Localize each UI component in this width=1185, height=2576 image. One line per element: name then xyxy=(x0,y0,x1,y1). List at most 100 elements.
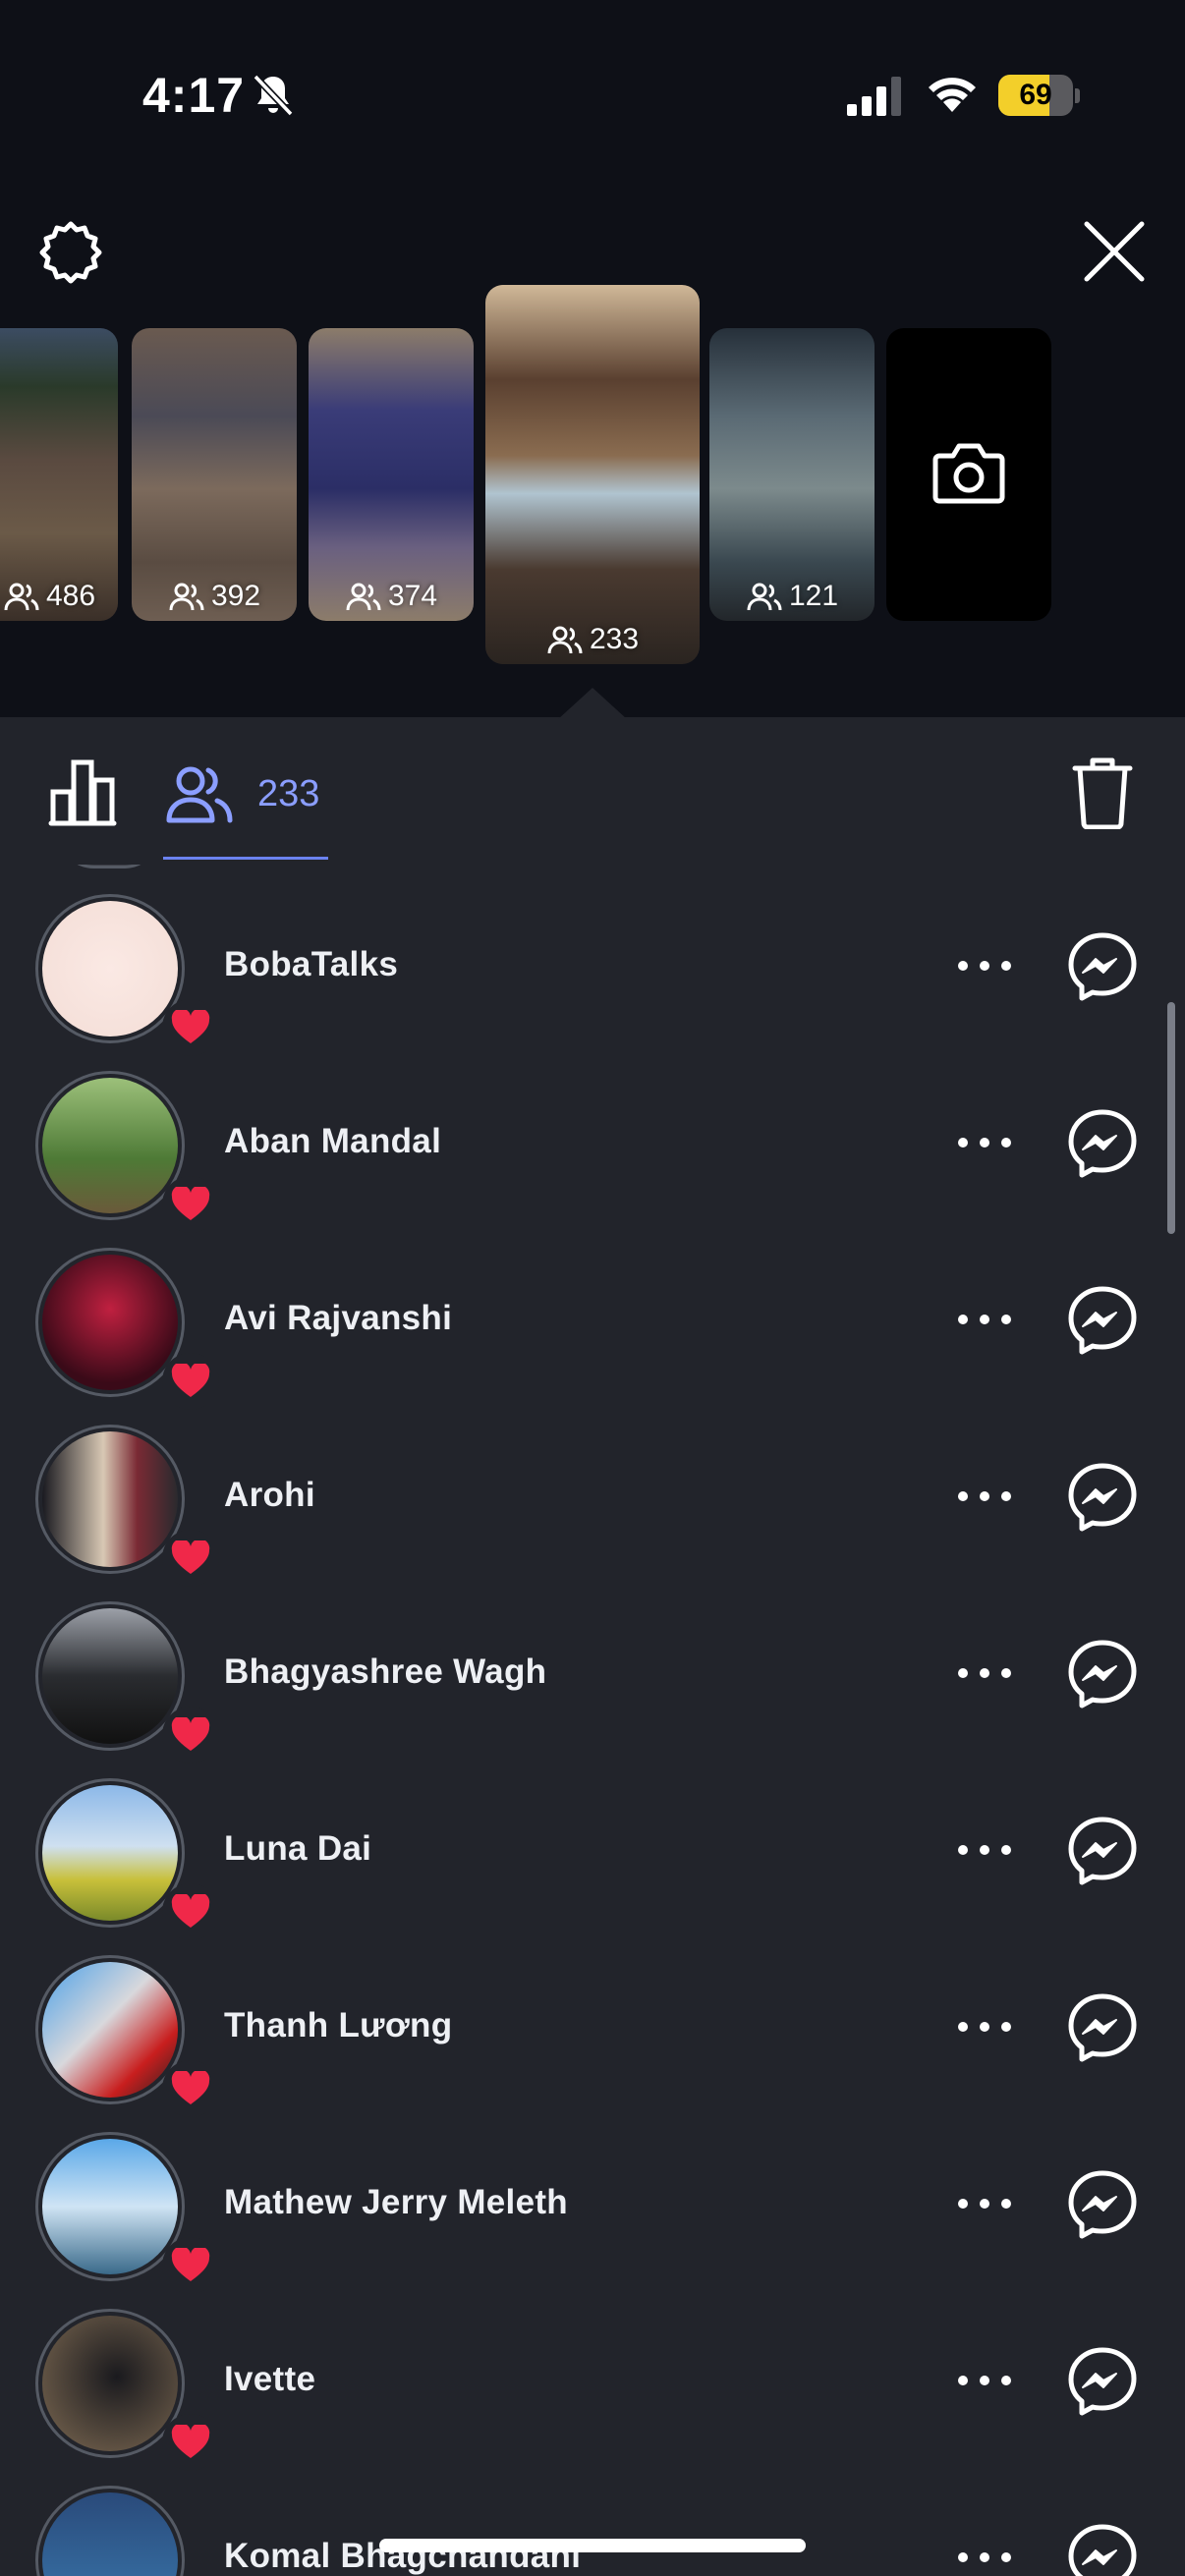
people-icon xyxy=(747,583,782,611)
messenger-icon[interactable] xyxy=(1067,1462,1138,1533)
viewer-name[interactable]: Arohi xyxy=(224,1476,315,1515)
story-viewer-count-value: 392 xyxy=(210,580,261,612)
avatar[interactable] xyxy=(35,2309,219,2471)
viewer-name[interactable]: Luna Dai xyxy=(224,1829,371,1869)
more-options-icon[interactable] xyxy=(953,2012,1016,2042)
heart-icon xyxy=(162,1707,219,1764)
story-thumbnail-selected[interactable]: 233 xyxy=(485,285,700,664)
viewers-toolbar: 233 xyxy=(0,717,1185,865)
list-item[interactable]: Aban Mandal xyxy=(0,1051,1185,1233)
cellular-signal-icon xyxy=(847,77,901,116)
avatar[interactable] xyxy=(35,894,219,1056)
add-story-button[interactable] xyxy=(886,328,1051,621)
people-icon xyxy=(346,583,381,611)
close-icon[interactable] xyxy=(1075,218,1154,289)
heart-icon xyxy=(162,1176,219,1233)
messenger-icon[interactable] xyxy=(1067,931,1138,1002)
story-viewer-count: 392 xyxy=(132,580,297,613)
story-thumbnail[interactable]: 121 xyxy=(709,328,875,621)
story-thumbnail[interactable]: 392 xyxy=(132,328,297,621)
messenger-icon[interactable] xyxy=(1067,1816,1138,1886)
more-options-icon[interactable] xyxy=(953,2189,1016,2218)
battery-icon: 69 xyxy=(998,75,1080,118)
selected-story-pointer xyxy=(558,688,627,719)
story-viewer-count: 374 xyxy=(309,580,474,613)
heart-icon xyxy=(162,2237,219,2294)
messenger-icon[interactable] xyxy=(1067,2523,1138,2576)
list-item[interactable]: Thanh Lương xyxy=(0,1935,1185,2117)
people-icon xyxy=(547,626,583,654)
story-viewer-count-value: 374 xyxy=(387,580,438,612)
viewers-list[interactable]: BobaTalks Aban Mandal Avi Rajvanshi Aroh… xyxy=(0,865,1185,2576)
messenger-icon[interactable] xyxy=(1067,2346,1138,2417)
wifi-icon xyxy=(929,78,976,112)
more-options-icon[interactable] xyxy=(953,951,1016,980)
viewer-name[interactable]: BobaTalks xyxy=(224,945,398,984)
avatar[interactable] xyxy=(35,1071,219,1233)
people-icon xyxy=(169,583,204,611)
more-options-icon[interactable] xyxy=(953,1305,1016,1334)
messenger-icon[interactable] xyxy=(1067,2169,1138,2240)
scrollbar[interactable] xyxy=(1167,1002,1175,1234)
messenger-icon[interactable] xyxy=(1067,1639,1138,1709)
camera-icon xyxy=(932,443,1005,504)
bell-slash-icon xyxy=(253,74,294,117)
avatar[interactable] xyxy=(35,1425,219,1587)
list-item[interactable]: Mathew Jerry Meleth xyxy=(0,2112,1185,2294)
avatar[interactable] xyxy=(35,1601,219,1764)
more-options-icon[interactable] xyxy=(953,2366,1016,2395)
people-icon xyxy=(166,766,233,823)
avatar[interactable] xyxy=(35,1248,219,1410)
story-viewer-count: 233 xyxy=(485,623,700,656)
story-thumbnail[interactable]: 374 xyxy=(309,328,474,621)
more-options-icon[interactable] xyxy=(953,1835,1016,1865)
list-item[interactable]: Bhagyashree Wagh xyxy=(0,1582,1185,1764)
status-time: 4:17 xyxy=(142,68,246,123)
avatar[interactable] xyxy=(35,1955,219,2117)
more-options-icon[interactable] xyxy=(953,2543,1016,2572)
battery-level: 69 xyxy=(1019,79,1052,111)
heart-icon xyxy=(162,999,219,1056)
story-viewer-count-value: 233 xyxy=(589,623,640,655)
story-thumbnail[interactable]: 486 xyxy=(0,328,118,621)
heart-icon xyxy=(162,1530,219,1587)
story-viewer-count-value: 121 xyxy=(788,580,839,612)
more-options-icon[interactable] xyxy=(953,1482,1016,1511)
messenger-icon[interactable] xyxy=(1067,1285,1138,1356)
more-options-icon[interactable] xyxy=(953,1658,1016,1688)
avatar[interactable] xyxy=(35,1778,219,1940)
heart-icon xyxy=(162,1883,219,1940)
avatar[interactable] xyxy=(35,2486,185,2576)
home-indicator[interactable] xyxy=(379,2539,806,2552)
messenger-icon[interactable] xyxy=(1067,1108,1138,1179)
avatar[interactable] xyxy=(35,2132,219,2294)
viewer-name[interactable]: Thanh Lương xyxy=(224,2006,452,2045)
viewer-name[interactable]: Avi Rajvanshi xyxy=(224,1299,452,1338)
viewer-name[interactable]: Mathew Jerry Meleth xyxy=(224,2183,568,2222)
heart-icon xyxy=(162,2414,219,2471)
viewer-name[interactable]: Bhagyashree Wagh xyxy=(224,1652,546,1692)
more-options-icon[interactable] xyxy=(953,1128,1016,1157)
viewer-name[interactable]: Ivette xyxy=(224,2360,315,2399)
list-item[interactable]: Luna Dai xyxy=(0,1759,1185,1940)
list-item[interactable]: BobaTalks xyxy=(0,874,1185,1056)
story-viewer-count: 486 xyxy=(0,580,118,613)
tab-viewers[interactable]: 233 xyxy=(165,755,319,833)
messenger-icon[interactable] xyxy=(1067,1992,1138,2063)
list-item[interactable]: Avi Rajvanshi xyxy=(0,1228,1185,1410)
viewer-name[interactable]: Aban Mandal xyxy=(224,1122,441,1161)
viewers-count: 233 xyxy=(257,772,320,814)
list-item[interactable]: Komal Bhagchandani xyxy=(0,2466,1185,2576)
list-item[interactable]: Arohi xyxy=(0,1405,1185,1587)
heart-icon xyxy=(162,2060,219,2117)
story-viewer-count-value: 486 xyxy=(45,580,96,612)
list-item[interactable]: Ivette xyxy=(0,2289,1185,2471)
gear-icon[interactable] xyxy=(35,218,106,289)
avatar xyxy=(55,865,163,868)
heart-icon xyxy=(162,1353,219,1410)
active-tab-indicator xyxy=(163,857,328,860)
story-viewer-count: 121 xyxy=(709,580,875,613)
trash-icon[interactable] xyxy=(1071,755,1134,829)
people-icon xyxy=(4,583,39,611)
bar-chart-icon[interactable] xyxy=(47,758,118,827)
